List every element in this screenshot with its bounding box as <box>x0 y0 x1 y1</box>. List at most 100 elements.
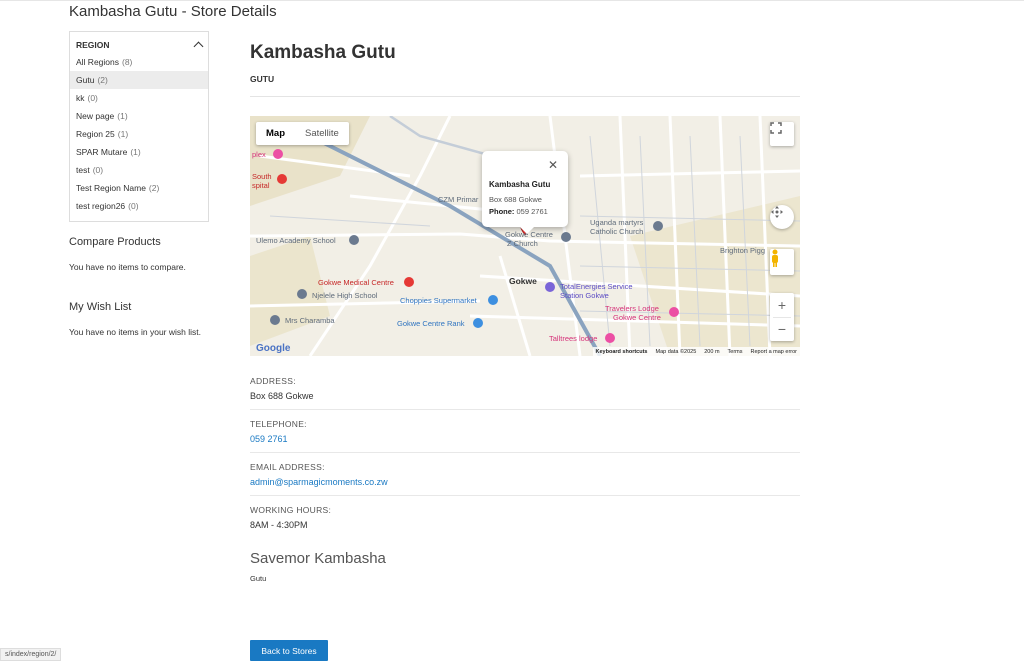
map-attribution: Keyboard shortcuts Map data ©2025 200 m … <box>592 347 800 356</box>
street-view-button[interactable] <box>770 249 794 275</box>
region-item-label: test region26 <box>76 201 126 211</box>
region-item-count: (2) <box>97 75 108 85</box>
map-label-south-1: South <box>252 172 272 181</box>
google-logo: Google <box>256 343 291 354</box>
region-item[interactable]: kk (0) <box>70 89 208 107</box>
header-divider <box>250 96 800 97</box>
region-item-label: New page <box>76 111 115 121</box>
hours-row: WORKING HOURS: 8AM - 4:30PM <box>250 503 800 538</box>
close-icon[interactable]: ✕ <box>548 158 558 172</box>
map-type-map-button[interactable]: Map <box>256 122 295 145</box>
keyboard-shortcuts-link[interactable]: Keyboard shortcuts <box>596 349 648 355</box>
zoom-in-button[interactable]: + <box>773 294 791 318</box>
map-label-czm: CZM Primar <box>438 195 479 204</box>
map-label-travelers-2: Gokwe Centre <box>613 313 661 322</box>
address-value: Box 688 Gokwe <box>250 391 314 401</box>
fullscreen-icon <box>770 122 782 134</box>
region-list: All Regions (8) Gutu (2) kk (0) New page (1) Reg… <box>70 53 208 215</box>
store-name: Kambasha Gutu <box>250 42 396 63</box>
map-label-njelele: Njelele High School <box>312 291 378 300</box>
map-label-church-2: Z Church <box>507 239 538 248</box>
map-label-uganda-1: Uganda martyrs <box>590 218 644 227</box>
info-window-title: Kambasha Gutu <box>489 180 551 189</box>
region-item[interactable]: All Regions (8) <box>70 53 208 71</box>
region-item-count: (0) <box>92 165 104 175</box>
back-to-stores-button[interactable]: Back to Stores <box>250 640 328 661</box>
other-store-name[interactable]: Savemor Kambasha <box>250 550 386 567</box>
pegman-icon <box>772 249 778 267</box>
region-item-label: test <box>76 165 90 175</box>
region-filter-header[interactable]: REGION <box>70 36 208 53</box>
report-map-error-link[interactable]: Report a map error <box>751 349 797 355</box>
map-label-choppies: Choppies Supermarket <box>400 296 477 305</box>
region-item-label: kk <box>76 93 85 103</box>
region-item-count: (1) <box>117 111 128 121</box>
store-details: ADDRESS: Box 688 Gokwe TELEPHONE: 059 27… <box>250 374 800 545</box>
region-item-count: (8) <box>122 57 133 67</box>
map-label-ulemo: Ulemo Academy School <box>256 236 336 245</box>
info-window: ✕ Kambasha Gutu Box 688 Gokwe Phone: 059… <box>482 151 568 234</box>
info-window-phone: Phone: 059 2761 <box>489 207 548 216</box>
page-title: Kambasha Gutu - Store Details <box>69 3 277 20</box>
region-item[interactable]: Region 25 (1) <box>70 125 208 143</box>
terms-link[interactable]: Terms <box>728 349 743 355</box>
compare-heading: Compare Products <box>69 236 161 248</box>
map-label-gokwe: Gokwe <box>509 276 537 286</box>
other-store-region: Gutu <box>250 574 267 583</box>
region-item[interactable]: SPAR Mutare (1) <box>70 143 208 161</box>
region-item-count: (2) <box>148 183 160 193</box>
zoom-control: + − <box>770 293 794 341</box>
sidebar: REGION All Regions (8) Gutu (2) kk (0) New pag… <box>69 31 209 337</box>
map-label-plex: plex <box>252 150 266 159</box>
map-data-text: Map data ©2025 <box>655 348 697 355</box>
region-item-label: SPAR Mutare <box>76 147 128 157</box>
region-item[interactable]: test (0) <box>70 161 208 179</box>
store-map[interactable]: plex South spital CZM Primar Ulemo Acade… <box>250 116 800 356</box>
map-label-travelers-1: Travelers Lodge <box>605 304 659 313</box>
info-window-address: Box 688 Gokwe <box>489 195 542 204</box>
email-label: EMAIL ADDRESS: <box>250 462 325 472</box>
region-item[interactable]: New page (1) <box>70 107 208 125</box>
wishlist-text: You have no items in your wish list. <box>69 327 201 337</box>
map-label-south-2: spital <box>252 181 270 190</box>
map-label-talltrees: Talltrees lodge <box>549 334 598 343</box>
compare-text: You have no items to compare. <box>69 262 186 272</box>
map-label-total-2: Station Gokwe <box>560 291 609 300</box>
fullscreen-button[interactable] <box>770 122 794 146</box>
address-row: ADDRESS: Box 688 Gokwe <box>250 374 800 410</box>
region-item[interactable]: test region26 (0) <box>70 197 208 215</box>
map-label-medical: Gokwe Medical Centre <box>318 278 394 287</box>
zoom-out-button[interactable]: − <box>778 318 786 341</box>
email-row: EMAIL ADDRESS: admin@sparmagicmoments.co… <box>250 460 800 496</box>
top-divider <box>0 0 1024 1</box>
hours-value: 8AM - 4:30PM <box>250 520 308 530</box>
telephone-link[interactable]: 059 2761 <box>250 434 800 444</box>
chevron-up-icon[interactable] <box>193 41 204 52</box>
map-type-control: Map Satellite <box>256 122 349 145</box>
region-item-count: (1) <box>130 147 141 157</box>
map-label-charamba: Mrs Charamba <box>285 316 335 325</box>
address-label: ADDRESS: <box>250 376 296 386</box>
map-type-satellite-button[interactable]: Satellite <box>295 122 349 145</box>
info-window-phone-label: Phone: <box>489 207 515 216</box>
map-label-uganda-2: Catholic Church <box>590 227 644 236</box>
region-heading: REGION <box>76 40 110 50</box>
move-icon <box>771 206 783 218</box>
map-label-brighton: Brighton Pigg <box>720 246 766 255</box>
region-item-label: Gutu <box>76 75 95 85</box>
camera-control-button[interactable] <box>770 205 794 229</box>
region-item-count: (0) <box>87 93 98 103</box>
info-window-phone-value: 059 2761 <box>516 207 548 216</box>
email-link[interactable]: admin@sparmagicmoments.co.zw <box>250 477 800 487</box>
telephone-label: TELEPHONE: <box>250 419 307 429</box>
region-item-label: Test Region Name <box>76 183 146 193</box>
scale-text[interactable]: 200 m <box>704 349 719 355</box>
region-item[interactable]: Gutu (2) <box>70 71 208 89</box>
region-item-count: (1) <box>117 129 129 139</box>
region-item-count: (0) <box>128 201 139 211</box>
map-label-total-1: TotalEnergies Service <box>560 282 633 291</box>
hours-label: WORKING HOURS: <box>250 505 332 515</box>
region-filter: REGION All Regions (8) Gutu (2) kk (0) New pag… <box>69 31 209 222</box>
region-item[interactable]: Test Region Name (2) <box>70 179 208 197</box>
region-item-label: All Regions <box>76 57 119 67</box>
